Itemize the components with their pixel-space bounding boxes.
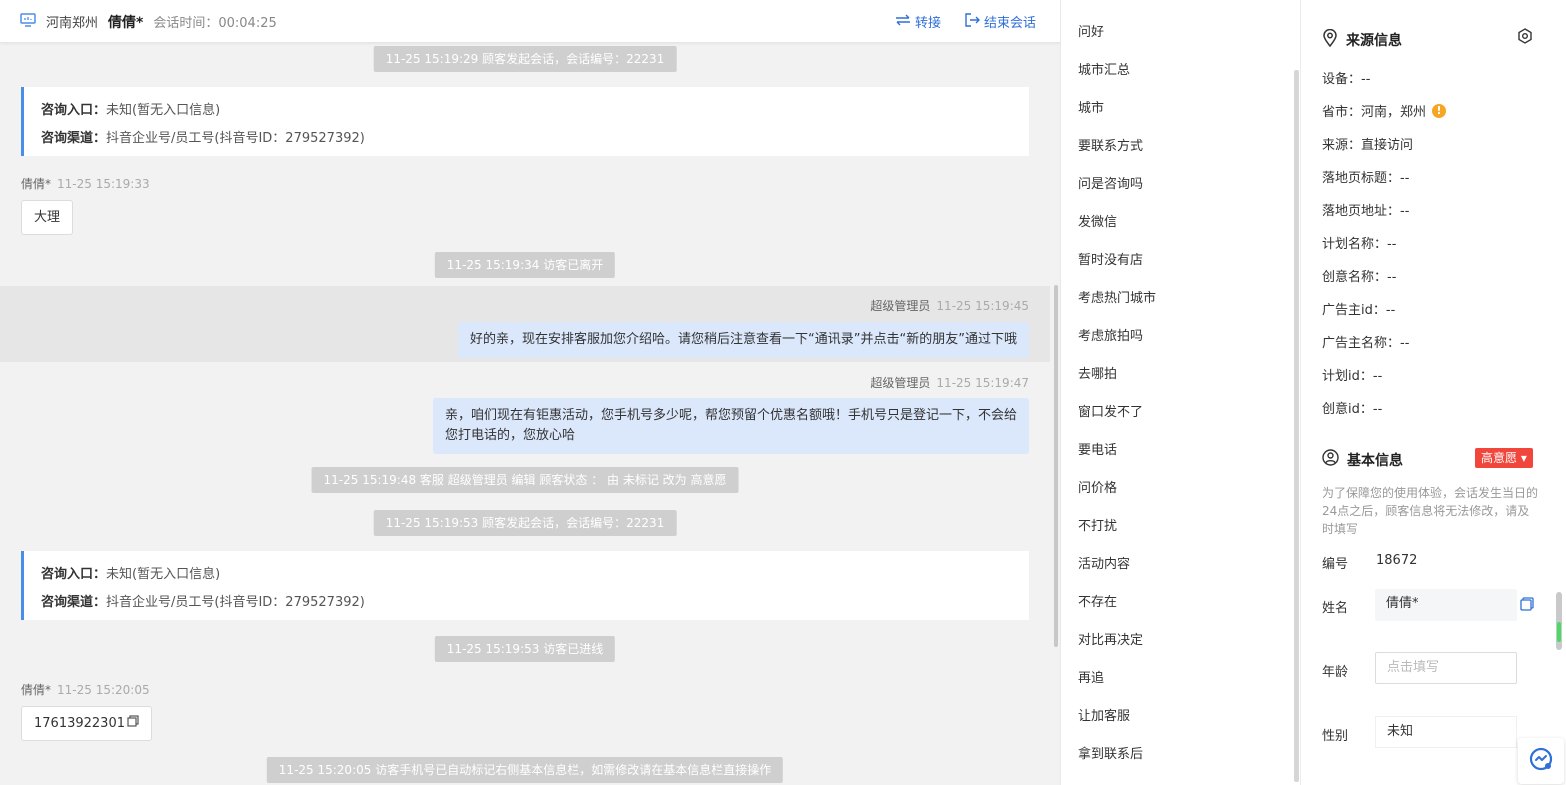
assistant-logo-icon	[1528, 746, 1554, 776]
quick-reply-item[interactable]: 城市	[1078, 97, 1104, 116]
chat-panel: 河南郑州 倩倩* 会话时间：00:04:25 转接 结束会话 11-25 15:…	[0, 0, 1060, 785]
location-pin-icon	[1322, 28, 1338, 51]
visitor-message-meta: 倩倩* 11-25 15:20:05	[21, 683, 150, 697]
transfer-button[interactable]: 转接	[895, 12, 941, 31]
agent-message: 亲，咱们现在有钜惠活动，您手机号多少呢，帮您预留个优惠名额哦！手机号只是登记一下…	[432, 398, 1029, 454]
quick-reply-item[interactable]: 考虑旅拍吗	[1078, 325, 1143, 344]
quick-reply-item[interactable]: 考虑热门城市	[1078, 287, 1156, 306]
age-input[interactable]: 点击填写	[1375, 652, 1517, 684]
source-info-title: 来源信息	[1322, 28, 1402, 51]
quick-reply-item[interactable]: 让加客服	[1078, 705, 1130, 724]
source-row-plan-name: 计划名称：--	[1322, 237, 1397, 252]
caret-down-icon: ▾	[1520, 451, 1527, 465]
source-row-advertiser-name: 广告主名称：--	[1322, 336, 1410, 351]
copy-icon[interactable]	[127, 707, 139, 740]
id-label: 编号	[1322, 557, 1349, 572]
quick-reply-item[interactable]: 再追	[1078, 667, 1104, 686]
quick-reply-scrollbar[interactable]	[1294, 70, 1299, 782]
quick-reply-item[interactable]: 发微信	[1078, 211, 1117, 230]
source-row-plan-id: 计划id：--	[1322, 369, 1383, 384]
quick-reply-item[interactable]: 不存在	[1078, 591, 1117, 610]
quick-reply-item[interactable]: 活动内容	[1078, 553, 1130, 572]
chat-scrollbar[interactable]	[1054, 285, 1058, 647]
customer-location: 河南郑州	[46, 16, 99, 31]
agent-message-meta: 超级管理员 11-25 15:19:47	[870, 376, 1029, 390]
source-row-creative-name: 创意名称：--	[1322, 270, 1397, 285]
target-settings-icon[interactable]	[1517, 28, 1533, 48]
quick-reply-panel: 问好 城市汇总 城市 要联系方式 问是咨询吗 发微信 暂时没有店 考虑热门城市 …	[1060, 0, 1300, 785]
gender-label: 性别	[1322, 729, 1349, 744]
quick-reply-item[interactable]: 问是咨询吗	[1078, 173, 1143, 192]
source-row-landing-title: 落地页标题：--	[1322, 171, 1410, 186]
info-scrollbar[interactable]	[1556, 592, 1562, 650]
id-value: 18672	[1376, 553, 1418, 568]
quick-reply-item[interactable]: 要联系方式	[1078, 135, 1143, 154]
logout-icon	[965, 12, 980, 31]
user-circle-icon	[1322, 449, 1339, 470]
customer-name: 倩倩*	[108, 14, 144, 31]
quick-reply-item[interactable]: 问好	[1078, 21, 1104, 40]
warning-icon[interactable]: !	[1432, 103, 1447, 118]
system-message: 11-25 15:19:48 客服 超级管理员 编辑 顾客状态 ： 由 未标记 …	[311, 467, 739, 493]
end-session-button[interactable]: 结束会话	[965, 12, 1036, 31]
agent-message-meta: 超级管理员 11-25 15:19:45	[870, 299, 1029, 313]
system-message: 11-25 15:19:34 访客已离开	[434, 252, 616, 278]
agent-message: 好的亲，现在安排客服加您介绍哈。请您稍后注意查看一下“通讯录”并点击“新的朋友”…	[458, 322, 1029, 358]
system-message: 11-25 15:19:29 顾客发起会话，会话编号：22231	[373, 46, 677, 72]
monitor-icon	[20, 12, 36, 31]
name-field[interactable]: 倩倩*	[1375, 589, 1517, 621]
source-row-device: 设备：--	[1322, 72, 1371, 87]
transfer-icon	[895, 14, 911, 30]
quick-reply-item[interactable]: 不打扰	[1078, 515, 1117, 534]
system-message: 11-25 15:20:05 访客手机号已自动标记右侧基本信息栏，如需修改请在基…	[266, 757, 784, 783]
quick-reply-item[interactable]: 暂时没有店	[1078, 249, 1143, 268]
edit-notice: 为了保障您的使用体验，会话发生当日的24点之后，顾客信息将无法修改，请及时填写	[1322, 486, 1539, 536]
source-row-advertiser-id: 广告主id：--	[1322, 303, 1396, 318]
source-row-source: 来源：直接访问	[1322, 138, 1414, 153]
system-message: 11-25 15:19:53 顾客发起会话，会话编号：22231	[373, 510, 677, 536]
visitor-message: 大理	[21, 200, 74, 235]
source-row-landing-url: 落地页地址：--	[1322, 204, 1410, 219]
system-message: 11-25 15:19:53 访客已进线	[434, 636, 616, 662]
source-row-province: 省市：河南，郑州!	[1322, 101, 1447, 120]
quick-reply-item[interactable]: 拿到联系后	[1078, 743, 1143, 762]
gender-select[interactable]: 未知	[1375, 716, 1517, 748]
customer-info-panel: 来源信息 设备：-- 省市：河南，郑州! 来源：直接访问 落地页标题：-- 落地…	[1300, 0, 1566, 785]
entry-info-card: 咨询入口：未知(暂无入口信息) 咨询渠道：抖音企业号/员工号(抖音号ID：279…	[21, 551, 1029, 620]
quick-reply-item[interactable]: 城市汇总	[1078, 59, 1130, 78]
quick-reply-item[interactable]: 要电话	[1078, 439, 1117, 458]
visitor-message-meta: 倩倩* 11-25 15:19:33	[21, 177, 150, 191]
quick-reply-item[interactable]: 对比再决定	[1078, 629, 1143, 648]
entry-info-card: 咨询入口：未知(暂无入口信息) 咨询渠道：抖音企业号/员工号(抖音号ID：279…	[21, 87, 1029, 156]
session-timer: 会话时间：00:04:25	[153, 16, 277, 31]
assistant-float-button[interactable]	[1518, 738, 1564, 784]
quick-reply-item[interactable]: 窗口发不了	[1078, 401, 1143, 420]
name-label: 姓名	[1322, 601, 1349, 616]
chat-header: 河南郑州 倩倩* 会话时间：00:04:25 转接 结束会话	[0, 0, 1060, 43]
age-label: 年龄	[1322, 665, 1349, 680]
quick-reply-item[interactable]: 去哪拍	[1078, 363, 1117, 382]
copy-icon[interactable]	[1520, 597, 1534, 615]
quick-reply-item[interactable]: 问价格	[1078, 477, 1117, 496]
source-row-creative-id: 创意id：--	[1322, 402, 1383, 417]
basic-info-title: 基本信息	[1322, 449, 1403, 470]
visitor-message: 17613922301	[21, 706, 152, 741]
intent-status-dropdown[interactable]: 高意愿 ▾	[1475, 448, 1533, 468]
